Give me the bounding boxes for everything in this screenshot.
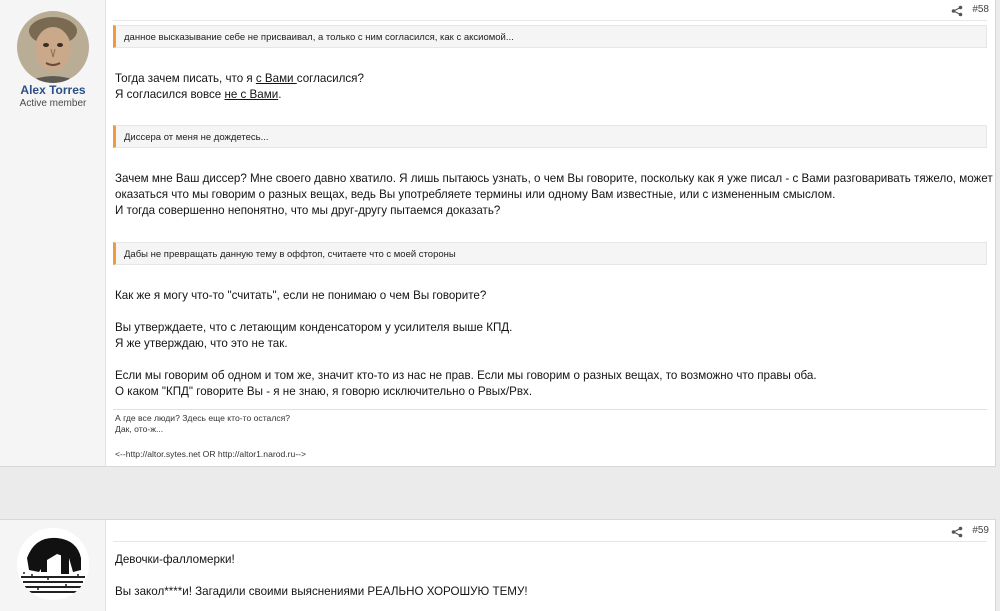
user-column <box>0 520 106 611</box>
reply-text: согласился? <box>296 72 364 85</box>
user-column: Alex Torres Active member <box>0 0 106 466</box>
reply-line: Зачем мне Ваш диссер? Мне своего давно х… <box>115 172 993 185</box>
reply-text: Тогда зачем писать, что я <box>115 72 256 85</box>
post-number[interactable]: #58 <box>972 4 989 15</box>
reply-text: . <box>278 88 282 101</box>
reply-line: оказаться что мы говорим о разных вещах,… <box>115 188 836 201</box>
quote-block: Дабы не превращать данную тему в оффтоп,… <box>113 242 987 265</box>
reply-line: Вы закол****и! Загадили своими выяснения… <box>115 585 528 598</box>
post-58: Alex Torres Active member #58 данное выс… <box>0 0 996 467</box>
signature-line: Дак, ото-ж... <box>115 424 164 434</box>
reply-line: Если мы говорим об одном и том же, значи… <box>115 369 817 382</box>
post-number[interactable]: #59 <box>972 525 989 536</box>
avatar[interactable] <box>17 11 89 83</box>
reply-line: Как же я могу что-то "считать", если не … <box>115 289 487 302</box>
post-59: #59 Девочки-фалломерки! Вы закол****и! З… <box>0 519 996 611</box>
reply-line: О каком "КПД" говорите Вы - я не знаю, я… <box>115 385 533 398</box>
post-header: #59 <box>113 520 989 542</box>
avatar[interactable] <box>17 528 89 600</box>
reply-line: Тогда зачем писать, что я с Вами согласи… <box>115 71 987 87</box>
quote-block: Диссера от меня не дождетесь... <box>113 125 987 148</box>
signature-line: А где все люди? Здесь еще кто-то остался… <box>115 413 291 423</box>
user-title: Active member <box>19 98 87 109</box>
share-icon[interactable] <box>951 4 963 17</box>
reply-line: Вы утверждаете, что с летающим конденсат… <box>115 321 513 334</box>
username[interactable]: Alex Torres <box>0 83 106 97</box>
reply-line: Девочки-фалломерки! <box>115 553 235 566</box>
reply-line: Я согласился вовсе не с Вами. <box>115 87 987 103</box>
signature-divider <box>113 409 987 410</box>
post-header: #58 <box>113 0 989 21</box>
reply-underlined: с Вами <box>255 72 297 85</box>
reply-underlined: не с Вами <box>224 88 279 101</box>
reply-line: Я же утверждаю, что это не так. <box>115 337 288 350</box>
signature-link[interactable]: <--http://altor.sytes.net OR http://alto… <box>115 449 306 460</box>
share-icon[interactable] <box>951 525 963 538</box>
reply-text: Я согласился вовсе <box>115 88 225 101</box>
quote-block: данное высказывание себе не присваивал, … <box>113 25 987 48</box>
reply-line: И тогда совершенно непонятно, что мы дру… <box>115 204 501 217</box>
